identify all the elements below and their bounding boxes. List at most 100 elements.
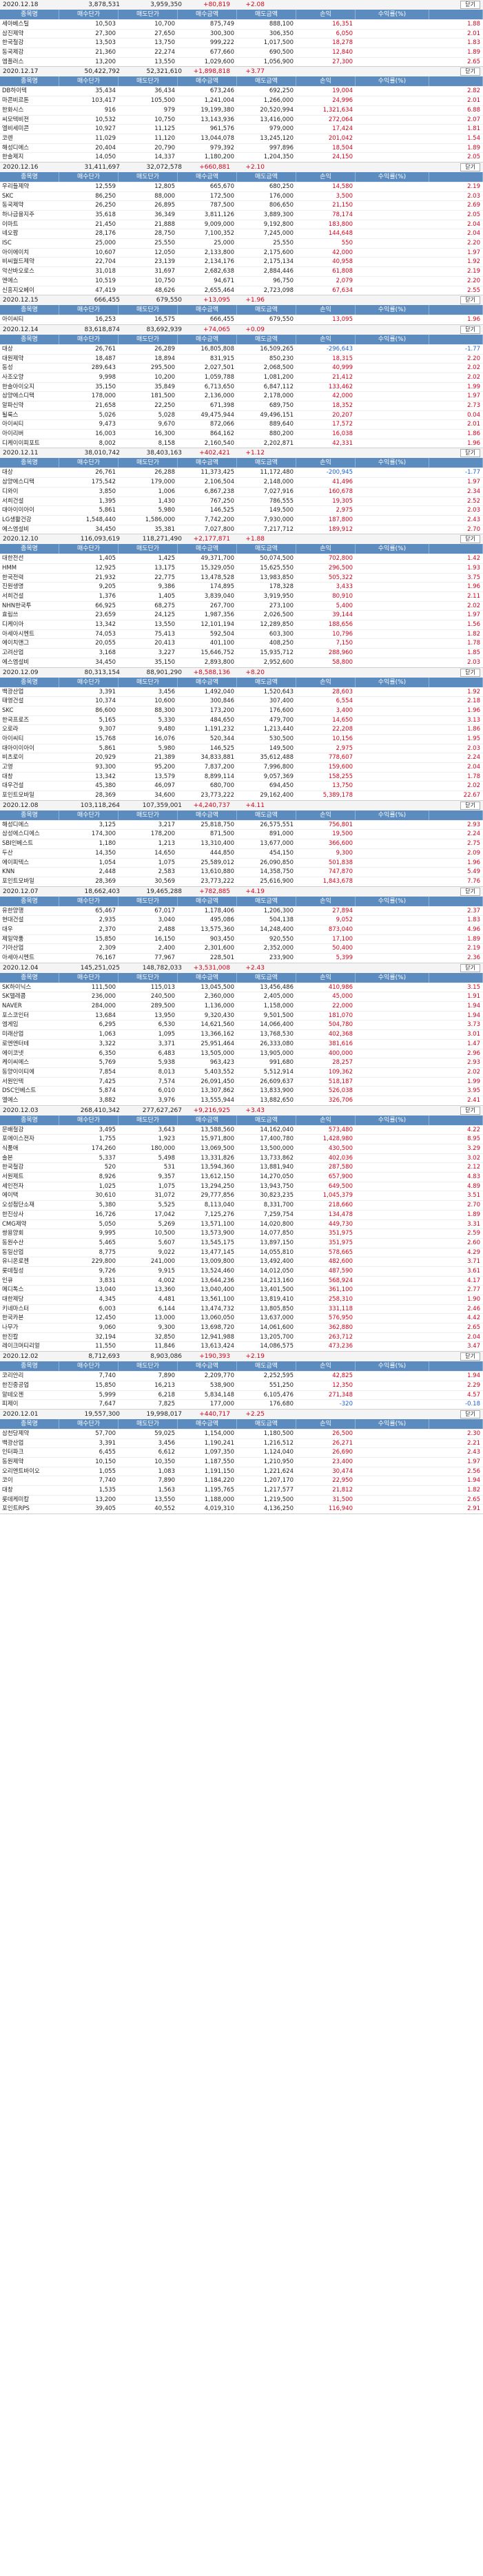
table-row[interactable]: 에스엠설비 34,450 35,381 7,027,800 7,217,712 189,9… (0, 524, 483, 534)
table-row[interactable]: 한국프로즈 5,165 5,330 484,650 479,700 14,650 3.13 (0, 715, 483, 725)
table-row[interactable]: 디와이 3,850 1,006 6,867,238 7,027,916 160,678 2.… (0, 486, 483, 496)
table-row[interactable]: 대한제당 4,345 4,481 13,561,100 13,819,410 258,31… (0, 1295, 483, 1304)
close-button[interactable]: 닫기 (460, 296, 480, 305)
table-row[interactable]: 한국전력 21,932 22,775 13,478,528 13,983,850 505,… (0, 572, 483, 583)
table-row[interactable]: 백광산업 3,391 3,456 1,492,040 1,520,643 28,603 1.… (0, 687, 483, 697)
table-row[interactable]: NHN한국투 66,925 68,275 267,700 273,100 5,400 2.0… (0, 600, 483, 611)
table-row[interactable]: 엠게임 6,295 6,530 14,621,560 14,066,400 504,780… (0, 1020, 483, 1029)
table-row[interactable]: 아이리버 16,003 16,300 864,162 880,200 16,038 1.86 (0, 429, 483, 439)
table-row[interactable]: 세인전자 1,025 1,075 13,294,250 13,943,750 649,50… (0, 1181, 483, 1191)
table-row[interactable]: 기아산업 2,309 2,400 2,301,600 2,352,000 50,400 2.… (0, 943, 483, 953)
table-row[interactable]: 대우건설 45,380 46,097 680,700 694,450 13,750 2.02 (0, 781, 483, 790)
table-row[interactable]: SKC 86,600 88,300 173,200 176,600 3,400 1.96 (0, 705, 483, 715)
table-row[interactable]: SK텔레콤 236,000 240,500 2,360,000 2,405,000 45,… (0, 992, 483, 1001)
close-button[interactable]: 닫기 (460, 801, 480, 810)
table-row[interactable]: 씨모텍비전 10,532 10,750 13,143,936 13,416,000 272… (0, 114, 483, 125)
table-row[interactable]: 될룩스 5,026 5,028 49,475,944 49,496,151 20,207 0… (0, 410, 483, 420)
table-row[interactable]: 효림쓰 23,659 24,125 1,987,356 2,026,500 39,144 1… (0, 610, 483, 620)
table-row[interactable]: 유한양행 65,467 67,017 1,178,406 1,206,300 27,894… (0, 905, 483, 916)
table-row[interactable]: 한진칼 32,194 32,850 12,941,988 13,205,700 263,7… (0, 1332, 483, 1342)
table-row[interactable]: 비씨월드제약 22,704 23,139 2,134,176 2,175,134 40,9… (0, 257, 483, 266)
table-row[interactable]: 디케이아 13,342 13,550 12,101,194 12,289,850 188,… (0, 620, 483, 629)
table-row[interactable]: 동양이이티에 7,854 8,013 5,403,552 5,512,914 109,36… (0, 1067, 483, 1077)
close-button[interactable]: 닫기 (460, 1352, 480, 1361)
table-row[interactable]: 피제이 7,647 7,825 177,000 176,680 -320 -0.18 (0, 1399, 483, 1409)
table-row[interactable]: 코이 7,740 7,890 1,184,220 1,207,170 22,950 1.94 (0, 1476, 483, 1485)
table-row[interactable]: 식품애 174,260 180,000 13,069,500 13,500,000 430… (0, 1144, 483, 1153)
table-row[interactable]: 삼양에스디택 178,000 181,500 2,136,000 2,178,000 42… (0, 391, 483, 401)
table-row[interactable]: 에이코넷 6,350 6,483 13,505,000 13,905,000 400,00… (0, 1048, 483, 1058)
table-row[interactable]: 동성 289,643 295,500 2,027,501 2,068,500 40,999… (0, 363, 483, 373)
table-row[interactable]: 아이씨티 15,768 16,076 520,344 530,500 10,156 1.95 (0, 733, 483, 744)
table-row[interactable]: 백광산업 3,391 3,456 1,190,241 1,216,512 26,271 2.… (0, 1438, 483, 1448)
close-button[interactable]: 닫기 (460, 668, 480, 677)
table-row[interactable]: 미래산업 1,063 1,095 13,366,162 13,768,530 402,36… (0, 1029, 483, 1039)
table-row[interactable]: 아이에이치 10,607 12,050 2,133,800 2,175,600 42,00… (0, 247, 483, 258)
table-row[interactable]: DB하이텍 35,434 36,434 673,246 692,250 19,004 2.8… (0, 86, 483, 96)
table-row[interactable]: 서원인텍 7,425 7,574 26,091,450 26,609,637 518,18… (0, 1076, 483, 1087)
table-row[interactable]: 엔에스 10,519 10,750 94,671 96,750 2,079 2.20 (0, 275, 483, 286)
table-row[interactable]: 우리들제약 12,559 12,805 665,670 680,250 14,580 2.1… (0, 181, 483, 191)
table-row[interactable]: 동일산업 8,775 9,022 13,477,145 14,055,810 578,66… (0, 1247, 483, 1257)
table-row[interactable]: 아세아시멘트 76,167 77,967 228,501 233,900 5,399 2.3… (0, 953, 483, 963)
table-row[interactable]: 솔본 5,337 5,498 13,331,826 13,733,862 402,036 3… (0, 1153, 483, 1163)
table-row[interactable]: SKC 86,250 88,000 172,500 176,000 3,500 2.03 (0, 191, 483, 201)
table-row[interactable]: 코렌 11,029 11,120 13,044,078 13,245,120 201,04… (0, 133, 483, 143)
table-row[interactable]: 포에이스전자 1,755 1,923 15,971,800 17,400,780 1,42… (0, 1134, 483, 1144)
close-button[interactable]: 닫기 (460, 963, 480, 972)
table-row[interactable]: KNN 2,448 2,583 13,610,880 14,358,750 747,870… (0, 867, 483, 877)
table-row[interactable]: 한솔제지 14,050 14,337 1,180,200 1,204,350 24,150… (0, 152, 483, 162)
table-row[interactable]: ISC 25,000 25,550 25,000 25,550 550 2.20 (0, 238, 483, 248)
table-row[interactable]: 포인트모바일 28,369 34,600 23,773,222 29,162,400 5,… (0, 790, 483, 800)
table-row[interactable]: 아이씨티 16,253 16,575 666,455 679,550 13,095 1.96 (0, 315, 483, 324)
table-row[interactable]: 문배철강 3,495 3,643 13,588,560 14,162,040 573,48… (0, 1124, 483, 1135)
table-row[interactable]: 네오팜 28,176 28,750 7,100,352 7,245,000 144,648… (0, 229, 483, 238)
table-row[interactable]: 한진중공업 15,850 16,213 538,900 551,250 12,350 2.2… (0, 1380, 483, 1390)
table-row[interactable]: DSC인베스트 5,874 6,010 13,307,862 13,833,900 526… (0, 1086, 483, 1096)
table-row[interactable]: 삼양에스디택 175,542 179,000 2,106,504 2,148,000 41… (0, 477, 483, 487)
close-button[interactable]: 닫기 (460, 325, 480, 334)
table-row[interactable]: 대아이이아이 5,861 5,980 146,525 149,500 2,975 2.03 (0, 743, 483, 753)
table-row[interactable]: 롯데칠성 9,726 9,915 13,524,460 14,012,050 487,59… (0, 1266, 483, 1276)
table-row[interactable]: 에스엠설비 34,450 35,150 2,893,800 2,952,600 58,80… (0, 657, 483, 667)
close-button[interactable]: 닫기 (460, 1410, 480, 1418)
table-row[interactable]: 오성첨단소재 5,380 5,525 8,113,040 8,331,700 218,66… (0, 1200, 483, 1210)
table-row[interactable]: 신흥지오베이 47,419 48,626 2,655,464 2,723,098 67,6… (0, 285, 483, 295)
table-row[interactable]: 이마트 21,450 21,888 9,009,000 9,192,800 183,800… (0, 219, 483, 229)
table-row[interactable]: 세아베스틸 10,503 10,700 875,749 888,100 16,351 1.8… (0, 19, 483, 29)
table-row[interactable]: 엘에스 3,882 3,976 13,555,944 13,882,650 326,706… (0, 1095, 483, 1105)
table-row[interactable]: SBI인베스트 1,180 1,213 13,310,400 13,677,000 366… (0, 839, 483, 848)
table-row[interactable]: 태영건설 10,374 10,600 300,846 307,400 6,554 2.18 (0, 696, 483, 706)
table-row[interactable]: 에이피텍스 1,054 1,075 25,589,012 26,090,850 501,8… (0, 857, 483, 868)
table-row[interactable]: 메디톡스 13,040 13,360 13,040,400 13,401,500 361,… (0, 1285, 483, 1295)
table-row[interactable]: 한진상사 16,726 17,042 7,125,276 7,259,754 134,47… (0, 1209, 483, 1219)
table-row[interactable]: 삼성에스디에스 174,300 178,200 871,500 891,000 19,50… (0, 829, 483, 839)
table-row[interactable]: 동국제강 21,360 22,274 677,660 690,500 12,840 1.89 (0, 48, 483, 57)
table-row[interactable]: 진원생명 9,205 9,386 174,895 178,328 3,433 1.96 (0, 582, 483, 591)
close-button[interactable]: 닫기 (460, 67, 480, 76)
table-row[interactable]: 한국철강 520 531 13,594,360 13,881,940 287,580 2.1… (0, 1162, 483, 1172)
table-row[interactable]: 제일약품 15,850 16,150 903,450 920,550 17,100 1.89 (0, 934, 483, 944)
table-row[interactable]: 해성디에스 3,125 3,217 25,818,750 26,575,551 756,8… (0, 819, 483, 830)
table-row[interactable]: 엠플러스 13,200 13,550 1,029,600 1,056,900 27,300… (0, 56, 483, 67)
table-row[interactable]: 동원수산 5,465 5,607 13,545,175 13,897,150 351,97… (0, 1237, 483, 1248)
table-row[interactable]: 동원제약 10,150 10,350 1,187,550 1,210,950 23,400… (0, 1456, 483, 1467)
table-row[interactable]: 에이택 30,610 31,072 29,777,856 30,823,235 1,045… (0, 1191, 483, 1200)
table-row[interactable]: 인큐 3,831 4,002 13,644,236 14,213,160 568,924 4… (0, 1275, 483, 1286)
table-row[interactable]: 키네마스터 6,003 6,144 13,474,732 13,805,850 331,1… (0, 1303, 483, 1314)
table-row[interactable]: NAVER 284,000 289,500 1,136,000 1,158,000 22,… (0, 1001, 483, 1011)
table-row[interactable]: 나무가 9,060 9,300 13,698,720 14,061,600 362,880… (0, 1323, 483, 1332)
table-row[interactable]: 디케이이피포트 8,002 8,158 2,160,540 2,202,871 42,33… (0, 438, 483, 448)
table-row[interactable]: 서희건설 1,376 1,405 3,839,040 3,919,950 80,910 2.… (0, 591, 483, 601)
table-row[interactable]: 두산 14,350 14,650 444,850 454,150 9,300 2.09 (0, 848, 483, 858)
close-button[interactable]: 닫기 (460, 887, 480, 896)
table-row[interactable]: 오리엔트바이오 1,055 1,083 1,191,150 1,221,624 30,47… (0, 1466, 483, 1476)
table-row[interactable]: 대창 13,342 13,579 8,899,114 9,057,369 158,255 1… (0, 771, 483, 782)
table-row[interactable]: 대상 26,761 26,288 11,373,425 11,172,480 -200,9… (0, 468, 483, 477)
table-row[interactable]: 삼천당제약 57,700 59,025 1,154,000 1,180,500 26,50… (0, 1428, 483, 1438)
table-row[interactable]: LG생활건강 1,548,440 1,586,000 7,742,200 7,930,0… (0, 514, 483, 525)
close-button[interactable]: 닫기 (460, 1, 480, 9)
table-row[interactable]: 롯데케미칼 13,200 13,550 1,188,000 1,219,500 31,50… (0, 1494, 483, 1505)
table-row[interactable]: 비츠로이 20,929 21,389 34,833,881 35,612,488 778,… (0, 753, 483, 762)
table-row[interactable]: 대우 2,370 2,488 13,575,360 14,248,400 873,040 4… (0, 924, 483, 934)
